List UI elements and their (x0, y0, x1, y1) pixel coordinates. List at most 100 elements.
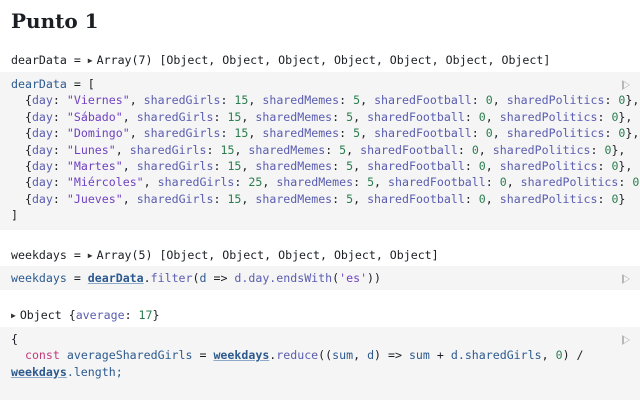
run-cell-icon[interactable] (622, 274, 630, 284)
value-sharedFootball: 0 (478, 159, 486, 174)
reference-link[interactable]: weekdays (11, 365, 67, 379)
sep: : (485, 175, 500, 190)
key-sharedFootball: sharedFootball (374, 93, 472, 108)
sep: , (346, 142, 361, 157)
row-end: } (618, 191, 626, 206)
code-cell-weekdays[interactable]: weekdays = dearData.filter(d => d.day.en… (0, 266, 640, 290)
sep: : (213, 109, 228, 124)
run-cell-icon[interactable] (622, 335, 630, 345)
page-title: Punto 1 (11, 9, 99, 33)
object-row: {day: "Domingo", sharedGirls: 15, shared… (11, 126, 639, 140)
output-weekdays[interactable]: weekdays = ▶ Array(5) [Object, Object, Ob… (11, 247, 439, 264)
value-sharedFootball: 0 (485, 93, 493, 108)
key-day: day (31, 191, 53, 206)
sep: : (339, 126, 354, 141)
key-day: day (31, 175, 53, 190)
sep: : (52, 126, 67, 141)
brace: { (11, 142, 32, 157)
disclosure-triangle-icon[interactable]: ▶ (88, 248, 93, 264)
reference-link[interactable]: dearData (88, 271, 144, 285)
value-sharedGirls: 15 (227, 159, 242, 174)
sep: , (374, 175, 389, 190)
output-summary[interactable]: Array(5) [Object, Object, Object, Object… (97, 248, 439, 262)
sep: : (332, 159, 347, 174)
object-row: {day: "Lunes", sharedGirls: 15, sharedMe… (11, 143, 625, 157)
key-sharedMemes: sharedMemes (276, 175, 354, 190)
assign-var: dearData (11, 77, 67, 91)
value-sharedGirls: 15 (220, 142, 235, 157)
sep: : (471, 126, 486, 141)
object-row: {day: "Viernes", sharedGirls: 15, shared… (11, 93, 639, 107)
sep: : (206, 142, 221, 157)
value-day: "Martes" (66, 159, 123, 174)
value-day: "Lunes" (66, 142, 116, 157)
row-end: }, (625, 126, 640, 141)
object-row: {day: "Sábado", sharedGirls: 15, sharedM… (11, 110, 632, 124)
sep: : (471, 93, 486, 108)
object-key: average (75, 308, 125, 322)
sep: : (52, 159, 67, 174)
method: filter (150, 271, 193, 285)
brace: { (11, 126, 32, 141)
run-cell-icon[interactable] (622, 80, 630, 90)
sep: : (52, 175, 67, 190)
sep: , (353, 159, 368, 174)
sep: : (464, 109, 479, 124)
sep: : (52, 142, 67, 157)
object-value: 17 (138, 308, 153, 322)
sep: : (220, 126, 235, 141)
output-summary[interactable]: Array(7) [Object, Object, Object, Object… (97, 53, 551, 67)
key-sharedGirls: sharedGirls (143, 93, 221, 108)
sep: , (115, 142, 130, 157)
key-sharedPolitics: sharedPolitics (492, 142, 591, 157)
sep: , (353, 109, 368, 124)
sep: , (360, 126, 375, 141)
brace: { (11, 175, 32, 190)
key-sharedFootball: sharedFootball (367, 159, 465, 174)
key-sharedFootball: sharedFootball (374, 126, 472, 141)
code-cell-average[interactable]: { const averageSharedGirls = weekdays.re… (0, 327, 640, 400)
method: reduce (276, 348, 319, 363)
sep: , (129, 126, 144, 141)
sep: , (506, 175, 521, 190)
key-sharedGirls: sharedGirls (136, 159, 214, 174)
sep: : (220, 93, 235, 108)
param: sum (332, 348, 354, 363)
brace: { (11, 109, 32, 124)
sep: : (52, 109, 67, 124)
sep: , (143, 175, 158, 190)
disclosure-triangle-icon[interactable]: ▶ (11, 308, 16, 324)
expr: sum (408, 348, 430, 363)
key-sharedPolitics: sharedPolitics (506, 93, 605, 108)
value-sharedGirls: 15 (234, 126, 249, 141)
value-sharedFootball: 0 (471, 142, 479, 157)
reference-link[interactable]: weekdays (213, 348, 269, 362)
key-sharedGirls: sharedGirls (129, 142, 207, 157)
key-day: day (31, 93, 53, 108)
sep: : (213, 191, 228, 206)
key-day: day (31, 159, 53, 174)
key-sharedPolitics: sharedPolitics (499, 109, 598, 124)
sep: , (129, 93, 144, 108)
output-dearData[interactable]: dearData = ▶ Array(7) [Object, Object, Ob… (11, 52, 550, 69)
output-object[interactable]: ▶ Object {average: 17} (11, 307, 159, 324)
disclosure-triangle-icon[interactable]: ▶ (88, 53, 93, 69)
key-sharedGirls: sharedGirls (157, 175, 235, 190)
key-sharedPolitics: sharedPolitics (499, 159, 598, 174)
key-sharedPolitics: sharedPolitics (499, 191, 598, 206)
sep: : (590, 142, 605, 157)
brace: { (11, 93, 32, 108)
param: d (367, 348, 375, 363)
sep: , (492, 126, 507, 141)
cell-code: { const averageSharedGirls = weekdays.re… (11, 332, 584, 379)
row-end: }, (611, 142, 626, 157)
sep: : (597, 159, 612, 174)
sep: : (597, 109, 612, 124)
keyword: const (24, 348, 60, 363)
sep: , (360, 93, 375, 108)
value-sharedGirls: 15 (234, 93, 249, 108)
output-name: weekdays (11, 248, 67, 262)
key-sharedPolitics: sharedPolitics (520, 175, 619, 190)
cell-code: weekdays = dearData.filter(d => d.day.en… (11, 271, 382, 285)
code-cell-dearData[interactable]: dearData = [ {day: "Viernes", sharedGirl… (0, 72, 640, 230)
